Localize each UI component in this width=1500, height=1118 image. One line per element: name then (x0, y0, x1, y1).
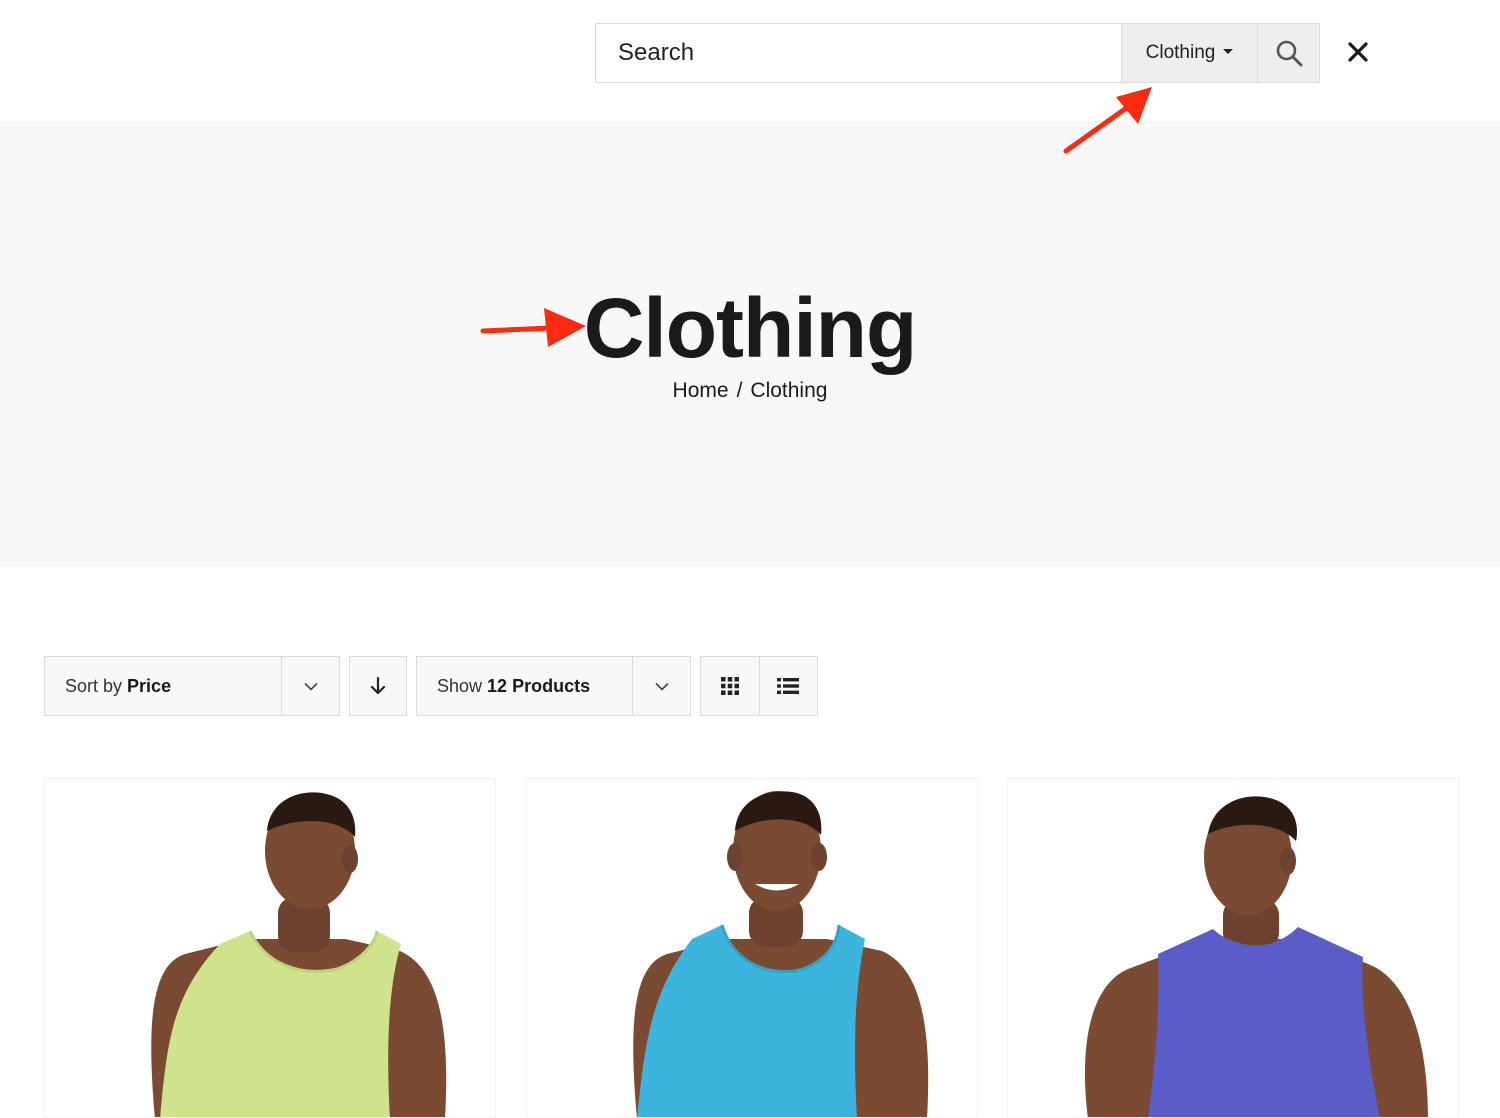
product-image[interactable] (45, 779, 496, 1118)
category-select-label: Clothing (1145, 42, 1216, 63)
list-icon (777, 678, 800, 694)
per-page-value: 12 Products (487, 675, 591, 696)
annotation-arrow-title (480, 308, 586, 347)
product-image[interactable] (1008, 779, 1459, 1118)
per-page-label: Show 12 Products (437, 675, 591, 696)
product-card[interactable] (1007, 778, 1459, 1118)
chevron-down-icon (303, 682, 318, 691)
close-icon (1348, 42, 1368, 62)
search-input[interactable] (596, 24, 1121, 82)
page-header: Clothing Home / Clothing (0, 121, 1500, 567)
breadcrumb: Home / Clothing (0, 379, 1500, 403)
category-select[interactable]: Clothing (1121, 24, 1257, 82)
list-view-button[interactable] (758, 657, 818, 715)
search-button[interactable] (1257, 24, 1319, 82)
sort-dropdown-toggle[interactable] (281, 657, 339, 715)
product-image[interactable] (527, 779, 978, 1118)
close-search-button[interactable] (1342, 36, 1374, 68)
caret-down-icon (1223, 48, 1234, 54)
breadcrumb-separator: / (736, 379, 743, 402)
sort-value: Price (127, 675, 172, 696)
per-page-select[interactable]: Show 12 Products (416, 656, 691, 716)
search-bar: Clothing (595, 23, 1320, 83)
sort-direction-button[interactable] (349, 656, 407, 716)
annotation-arrow-category (1063, 87, 1152, 154)
grid-view-button[interactable] (701, 657, 759, 715)
product-card[interactable] (526, 778, 978, 1118)
per-page-dropdown-toggle[interactable] (632, 657, 690, 715)
sort-label: Sort by Price (65, 675, 172, 696)
grid-icon (720, 677, 739, 695)
product-card[interactable] (44, 778, 496, 1118)
sort-select[interactable]: Sort by Price (44, 656, 340, 716)
breadcrumb-current: Clothing (750, 379, 828, 402)
page-title: Clothing (583, 281, 918, 375)
view-switcher (700, 656, 818, 716)
arrow-down-icon (370, 676, 386, 695)
breadcrumb-home-link[interactable]: Home (673, 379, 729, 402)
search-icon (1276, 40, 1302, 67)
chevron-down-icon (654, 682, 669, 691)
